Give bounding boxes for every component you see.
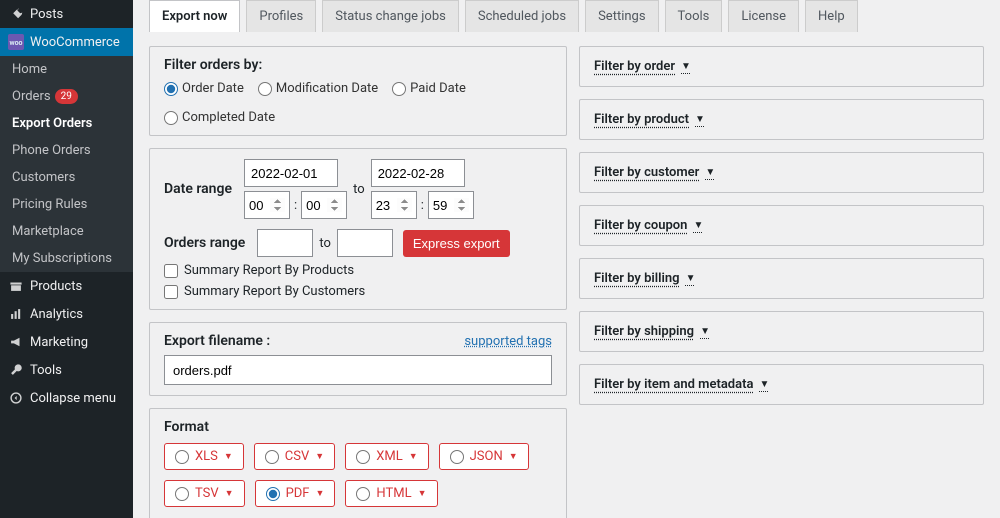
chevron-down-icon: ▼ <box>224 451 233 462</box>
chevron-down-icon: ▼ <box>409 451 418 462</box>
chevron-down-icon: ▼ <box>705 167 715 178</box>
archive-icon <box>8 278 24 294</box>
express-export-button[interactable]: Express export <box>403 230 510 257</box>
admin-sidebar: Posts woo WooCommerce Home Orders 29 Exp… <box>0 0 133 518</box>
sidebar-item-woocommerce[interactable]: woo WooCommerce <box>0 28 133 56</box>
filter-by-item-metadata[interactable]: Filter by item and metadata▼ <box>579 364 984 405</box>
sidebar-sub-export-orders[interactable]: Export Orders <box>0 110 133 137</box>
filter-by-coupon[interactable]: Filter by coupon▼ <box>579 205 984 246</box>
megaphone-icon <box>8 334 24 350</box>
to-hour-input[interactable] <box>371 191 417 219</box>
tab-settings[interactable]: Settings <box>585 0 658 32</box>
woocommerce-icon: woo <box>8 34 24 50</box>
format-json[interactable]: JSON▼ <box>439 443 529 470</box>
check-summary-customers[interactable] <box>164 285 178 299</box>
chevron-down-icon: ▼ <box>315 451 324 462</box>
radio-order-date[interactable]: Order Date <box>164 81 244 96</box>
chart-icon <box>8 306 24 322</box>
chevron-down-icon: ▼ <box>509 451 518 462</box>
tab-export-now[interactable]: Export now <box>149 0 240 32</box>
from-date-input[interactable] <box>244 159 338 187</box>
sidebar-sub-customers[interactable]: Customers <box>0 164 133 191</box>
filter-by-customer[interactable]: Filter by customer▼ <box>579 152 984 193</box>
orders-range-label: Orders range <box>164 235 245 251</box>
sidebar-item-products[interactable]: Products <box>0 272 133 300</box>
sidebar-label: Posts <box>30 7 63 22</box>
tab-license[interactable]: License <box>728 0 799 32</box>
supported-tags-link[interactable]: supported tags <box>464 334 552 349</box>
radio-completed-date[interactable]: Completed Date <box>164 110 275 125</box>
filename-input[interactable] <box>164 355 552 385</box>
chevron-down-icon: ▼ <box>681 61 691 72</box>
filter-by-label: Filter orders by: <box>164 57 552 73</box>
format-label: Format <box>164 419 552 435</box>
chevron-down-icon: ▼ <box>418 488 427 499</box>
to-min-input[interactable] <box>428 191 474 219</box>
pin-icon <box>8 6 24 22</box>
radio-modification-date[interactable]: Modification Date <box>258 81 378 96</box>
panel-filename: Export filename : supported tags <box>149 322 567 396</box>
wrench-icon <box>8 362 24 378</box>
chevron-down-icon: ▼ <box>316 488 325 499</box>
chevron-down-icon: ▼ <box>759 379 769 390</box>
sidebar-item-tools[interactable]: Tools <box>0 356 133 384</box>
orders-to-input[interactable] <box>337 229 393 257</box>
chevron-down-icon: ▼ <box>686 273 696 284</box>
format-xml[interactable]: XML▼ <box>345 443 428 470</box>
panel-format: Format XLS▼ CSV▼ XML▼ JSON▼ TSV▼ PDF▼ HT… <box>149 408 567 518</box>
sidebar-label: Collapse menu <box>30 391 116 406</box>
sidebar-submenu: Home Orders 29 Export Orders Phone Order… <box>0 56 133 272</box>
from-min-input[interactable] <box>301 191 347 219</box>
sidebar-sub-pricing-rules[interactable]: Pricing Rules <box>0 191 133 218</box>
format-pdf[interactable]: PDF▼ <box>255 480 336 507</box>
format-html[interactable]: HTML▼ <box>345 480 437 507</box>
sidebar-item-posts[interactable]: Posts <box>0 0 133 28</box>
panel-date-range: Date range : to : <box>149 148 567 310</box>
format-csv[interactable]: CSV▼ <box>254 443 335 470</box>
to-text: to <box>353 182 365 197</box>
to-date-input[interactable] <box>371 159 465 187</box>
filter-by-billing[interactable]: Filter by billing▼ <box>579 258 984 299</box>
sidebar-label: Tools <box>30 363 62 378</box>
orders-from-input[interactable] <box>257 229 313 257</box>
orders-count-badge: 29 <box>55 89 78 104</box>
sidebar-label: Products <box>30 279 82 294</box>
tab-status-change[interactable]: Status change jobs <box>322 0 459 32</box>
filter-by-product[interactable]: Filter by product▼ <box>579 99 984 140</box>
main-content: Export now Profiles Status change jobs S… <box>133 0 1000 518</box>
sidebar-sub-subscriptions[interactable]: My Subscriptions <box>0 245 133 272</box>
chevron-down-icon: ▼ <box>225 488 234 499</box>
sidebar-sub-marketplace[interactable]: Marketplace <box>0 218 133 245</box>
radio-paid-date[interactable]: Paid Date <box>392 81 466 96</box>
filter-by-order[interactable]: Filter by order▼ <box>579 46 984 87</box>
sidebar-label: Analytics <box>30 307 83 322</box>
sidebar-sub-phone-orders[interactable]: Phone Orders <box>0 137 133 164</box>
tab-help[interactable]: Help <box>805 0 858 32</box>
chevron-down-icon: ▼ <box>700 326 710 337</box>
tabs: Export now Profiles Status change jobs S… <box>149 0 984 32</box>
sidebar-item-analytics[interactable]: Analytics <box>0 300 133 328</box>
filename-label: Export filename : <box>164 333 270 349</box>
filter-by-shipping[interactable]: Filter by shipping▼ <box>579 311 984 352</box>
panel-filter-orders-by: Filter orders by: Order Date Modificatio… <box>149 46 567 136</box>
sidebar-sub-home[interactable]: Home <box>0 56 133 83</box>
tab-tools[interactable]: Tools <box>665 0 723 32</box>
date-range-label: Date range <box>164 181 232 197</box>
sidebar-label: Marketing <box>30 335 88 350</box>
sidebar-label: WooCommerce <box>30 35 120 50</box>
from-hour-input[interactable] <box>244 191 290 219</box>
chevron-down-icon: ▼ <box>693 220 703 231</box>
chevron-down-icon: ▼ <box>695 114 705 125</box>
format-xls[interactable]: XLS▼ <box>164 443 244 470</box>
sidebar-item-marketing[interactable]: Marketing <box>0 328 133 356</box>
sidebar-sub-orders[interactable]: Orders 29 <box>0 83 133 110</box>
tab-scheduled[interactable]: Scheduled jobs <box>465 0 579 32</box>
collapse-icon <box>8 390 24 406</box>
sidebar-item-collapse[interactable]: Collapse menu <box>0 384 133 412</box>
format-tsv[interactable]: TSV▼ <box>164 480 245 507</box>
tab-profiles[interactable]: Profiles <box>246 0 316 32</box>
check-summary-products[interactable] <box>164 264 178 278</box>
